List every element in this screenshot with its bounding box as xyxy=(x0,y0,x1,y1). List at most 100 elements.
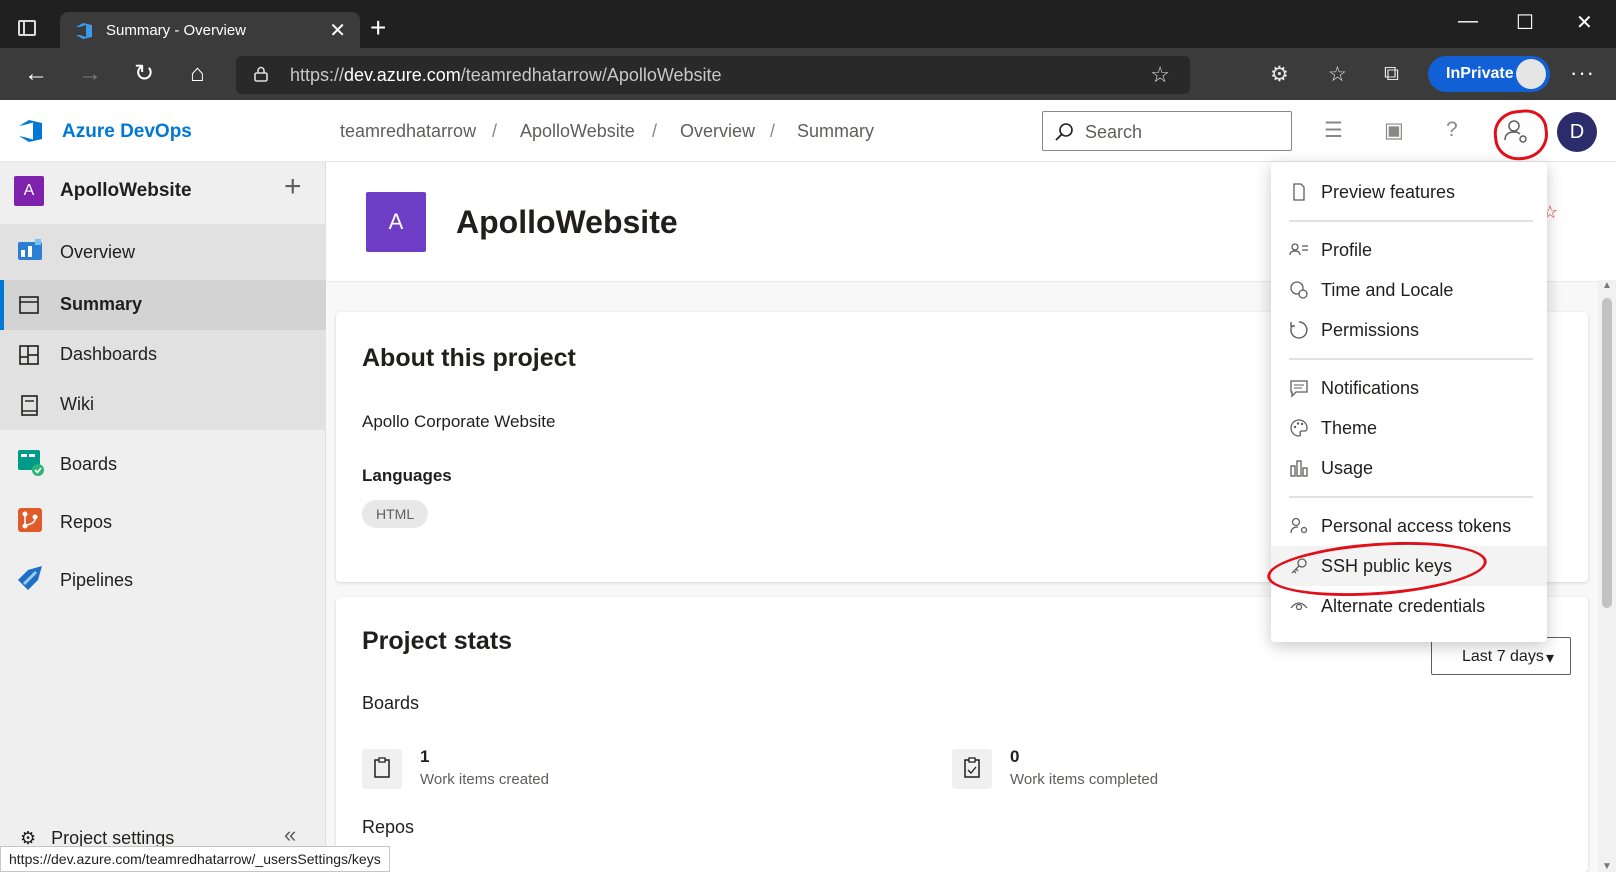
menu-divider xyxy=(1289,496,1533,498)
new-tab-button[interactable]: + xyxy=(370,12,386,44)
marketplace-bag-icon[interactable]: ▣ xyxy=(1384,118,1404,143)
date-range-label: Last 7 days xyxy=(1462,648,1544,665)
browser-toolbar: ← → ↻ ⌂ https://dev.azure.com/teamredhat… xyxy=(0,48,1616,100)
project-avatar: A xyxy=(366,192,426,252)
menu-item-time-locale[interactable]: Time and Locale xyxy=(1271,270,1547,310)
forward-icon[interactable]: → xyxy=(78,60,102,88)
boards-section-label: Boards xyxy=(362,693,420,713)
sidebar-item-pipelines[interactable]: Pipelines xyxy=(0,552,326,610)
task-list-icon[interactable]: ☰ xyxy=(1324,118,1343,143)
project-sidebar: A ApolloWebsite + Overview Summary Dashb… xyxy=(0,162,326,872)
sidebar-item-boards[interactable]: Boards xyxy=(0,436,326,494)
favorites-icon[interactable]: ☆ xyxy=(1328,62,1347,87)
breadcrumb-overview[interactable]: Overview xyxy=(680,121,755,142)
sidebar-item-summary[interactable]: Summary xyxy=(0,280,326,330)
menu-item-personal-access-tokens[interactable]: Personal access tokens xyxy=(1271,506,1547,546)
summary-icon xyxy=(19,296,39,314)
profile-icon xyxy=(1289,243,1308,256)
sidebar-item-label: Dashboards xyxy=(60,344,158,364)
url-host: dev.azure.com xyxy=(344,65,461,85)
menu-item-label: Personal access tokens xyxy=(1321,516,1512,536)
search-input[interactable]: Search xyxy=(1042,111,1292,151)
sidebar-item-repos[interactable]: Repos xyxy=(0,494,326,552)
window-close-button[interactable]: ✕ xyxy=(1576,10,1593,35)
palette-icon xyxy=(1290,419,1308,437)
bar-chart-icon xyxy=(1290,460,1308,477)
menu-item-preview-features[interactable]: Preview features xyxy=(1271,172,1547,212)
brand-name[interactable]: Azure DevOps xyxy=(62,121,192,143)
languages-label: Languages xyxy=(362,466,452,485)
url-path: /teamredhatarrow/ApolloWebsite xyxy=(460,65,722,85)
clipboard-icon xyxy=(362,749,402,789)
tab-actions-icon[interactable] xyxy=(18,20,36,36)
url-text[interactable]: https://dev.azure.com/teamredhatarrow/Ap… xyxy=(290,65,722,86)
menu-item-label: Usage xyxy=(1321,458,1374,478)
chat-icon xyxy=(1290,380,1308,398)
breadcrumb-separator: / xyxy=(492,121,498,141)
scroll-up-icon[interactable]: ▲ xyxy=(1602,280,1612,291)
address-bar[interactable]: https://dev.azure.com/teamredhatarrow/Ap… xyxy=(236,56,1190,94)
url-scheme: https:// xyxy=(290,65,345,85)
menu-item-label: Theme xyxy=(1321,418,1378,438)
collections-icon[interactable]: ⧉ xyxy=(1384,62,1399,86)
refresh-icon xyxy=(1290,321,1308,339)
menu-divider xyxy=(1289,358,1533,360)
back-icon[interactable]: ← xyxy=(24,60,48,88)
boards-icon xyxy=(18,450,44,476)
collapse-sidebar-icon[interactable]: « xyxy=(284,822,296,848)
project-selector[interactable]: A ApolloWebsite + xyxy=(0,162,326,224)
sidebar-item-label: Repos xyxy=(60,512,113,532)
inprivate-badge[interactable]: InPrivate xyxy=(1428,56,1550,92)
work-items-created-label: Work items created xyxy=(420,771,549,788)
project-badge: A xyxy=(14,176,44,206)
add-favorite-icon[interactable]: ☆ xyxy=(1150,62,1170,88)
sidebar-item-dashboards[interactable]: Dashboards xyxy=(0,330,326,380)
menu-item-notifications[interactable]: Notifications xyxy=(1271,368,1547,408)
browser-tab-active[interactable]: Summary - Overview ✕ xyxy=(60,12,360,50)
scroll-down-icon[interactable]: ▼ xyxy=(1602,861,1612,872)
menu-item-profile[interactable]: Profile xyxy=(1271,230,1547,270)
menu-item-label: Time and Locale xyxy=(1321,280,1454,300)
search-placeholder: Search xyxy=(1085,122,1143,142)
date-range-dropdown[interactable]: Last 7 days ▾ xyxy=(1431,637,1571,675)
maximize-button[interactable]: ☐ xyxy=(1516,10,1534,35)
breadcrumb-summary[interactable]: Summary xyxy=(797,121,874,142)
sidebar-item-overview[interactable]: Overview xyxy=(0,224,326,280)
scrollbar-thumb[interactable] xyxy=(1602,298,1612,608)
help-icon[interactable]: ? xyxy=(1446,118,1458,142)
home-icon[interactable]: ⌂ xyxy=(190,60,205,88)
breadcrumb-project[interactable]: ApolloWebsite xyxy=(520,121,635,142)
breadcrumb-organization[interactable]: teamredhatarrow xyxy=(340,121,476,142)
menu-item-theme[interactable]: Theme xyxy=(1271,408,1547,448)
stats-title: Project stats xyxy=(362,627,513,655)
link-status-bar: https://dev.azure.com/teamredhatarrow/_u… xyxy=(0,846,390,872)
main-scrollbar[interactable]: ▲ ▼ xyxy=(1598,280,1616,872)
minimize-button[interactable]: — xyxy=(1458,10,1478,33)
azure-devops-favicon-icon xyxy=(76,23,92,39)
language-tag[interactable]: HTML xyxy=(362,500,429,528)
project-name: ApolloWebsite xyxy=(60,180,192,201)
azure-devops-logo-icon[interactable] xyxy=(18,118,44,144)
sidebar-item-label: Overview xyxy=(60,242,136,262)
repos-section-label: Repos xyxy=(362,817,415,837)
globe-clock-icon xyxy=(1290,281,1308,299)
menu-item-usage[interactable]: Usage xyxy=(1271,448,1547,488)
sidebar-item-wiki[interactable]: Wiki xyxy=(0,380,326,430)
menu-item-label: Notifications xyxy=(1321,378,1420,398)
clipboard-check-icon xyxy=(952,749,992,789)
user-avatar[interactable]: D xyxy=(1557,112,1597,152)
work-items-completed-count[interactable]: 0 xyxy=(1010,747,1019,767)
add-icon[interactable]: + xyxy=(284,170,302,204)
menu-item-permissions[interactable]: Permissions xyxy=(1271,310,1547,350)
more-menu-icon[interactable]: ··· xyxy=(1570,60,1595,86)
sidebar-item-label: Wiki xyxy=(60,394,94,414)
refresh-icon[interactable]: ↻ xyxy=(134,60,154,88)
person-key-icon xyxy=(1290,517,1308,534)
work-items-created-count[interactable]: 1 xyxy=(420,747,429,767)
app-header: Azure DevOps teamredhatarrow / ApolloWeb… xyxy=(0,100,1616,162)
menu-item-label: Profile xyxy=(1321,240,1373,260)
browser-tab-bar: Summary - Overview ✕ + — ☐ ✕ xyxy=(0,0,1616,50)
project-settings-label: Project settings xyxy=(51,828,175,848)
tab-close-icon[interactable]: ✕ xyxy=(329,18,346,43)
extensions-icon[interactable]: ⚙ xyxy=(1270,62,1289,87)
